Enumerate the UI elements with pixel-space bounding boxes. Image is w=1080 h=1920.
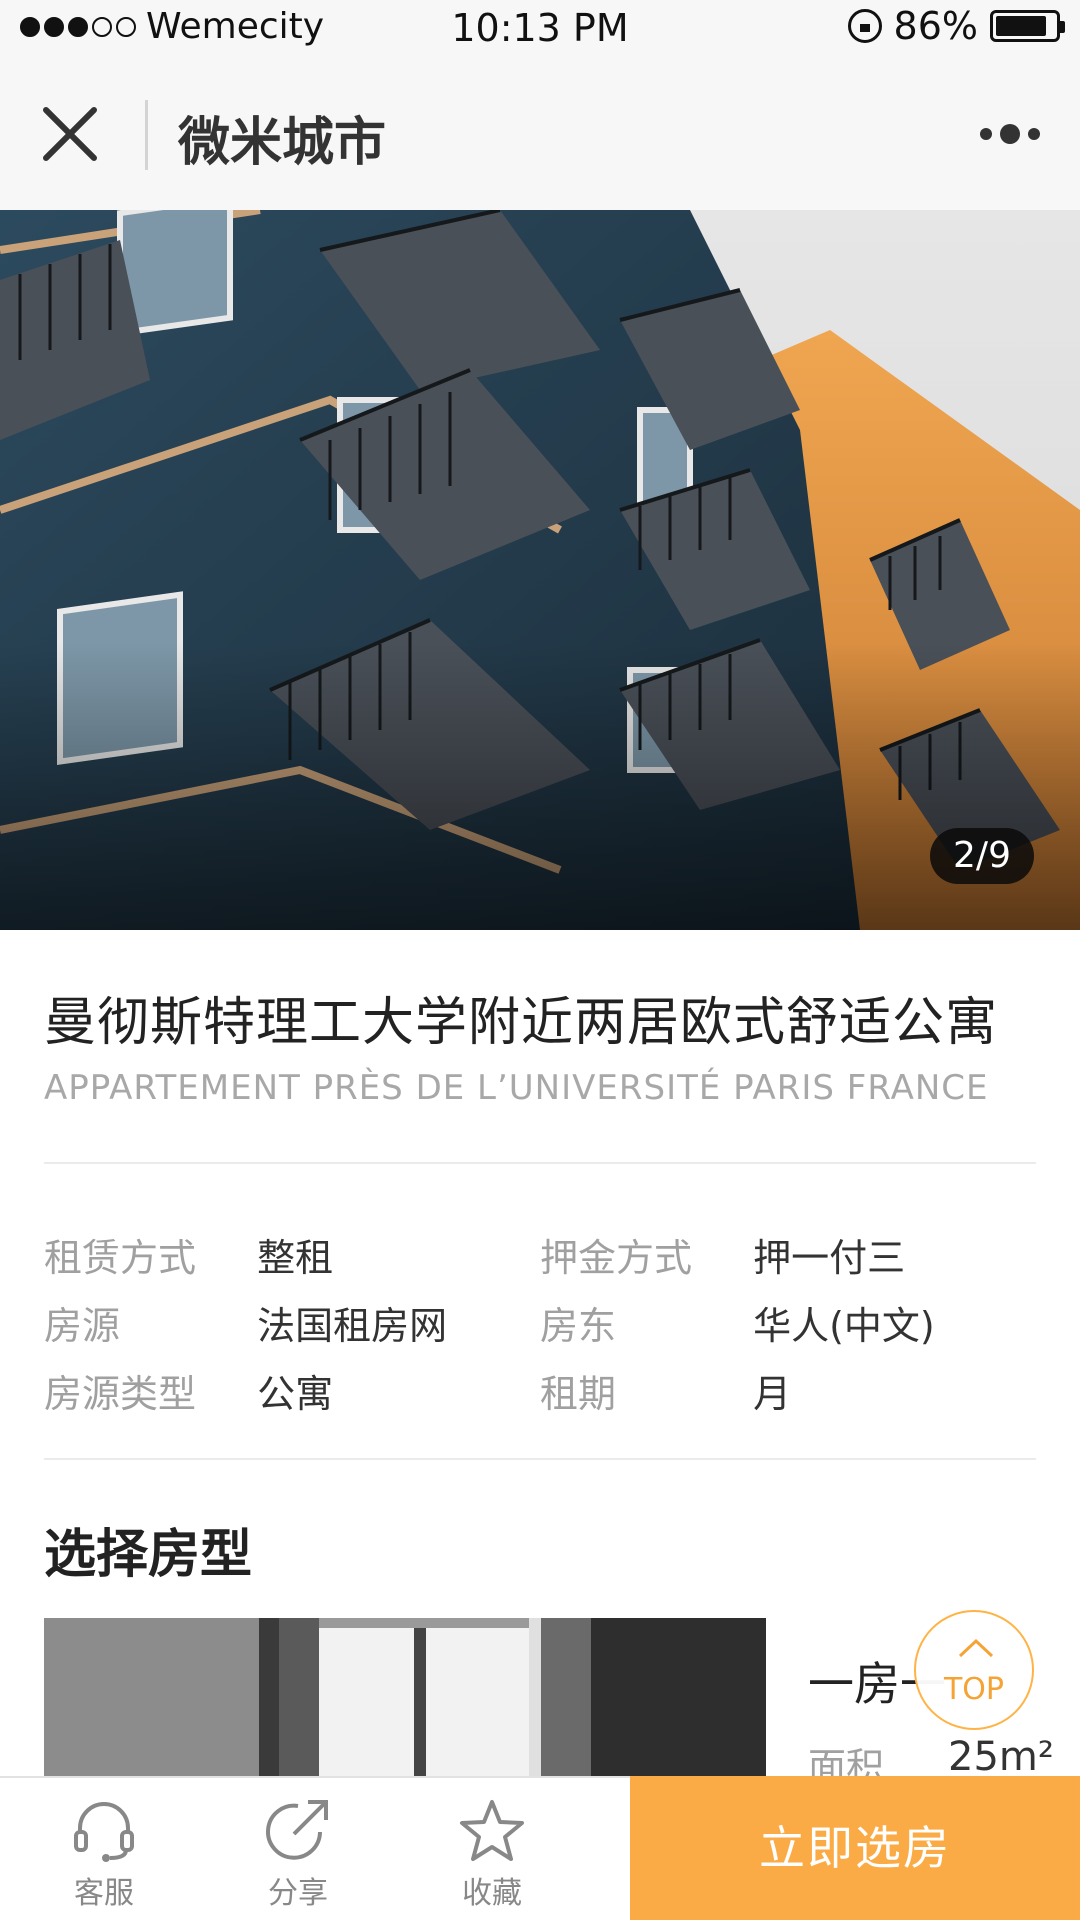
choose-room-button[interactable]: 立即选房 (630, 1776, 1080, 1920)
nav-divider (145, 100, 148, 170)
detail-label: 押金方式 (540, 1235, 693, 1280)
detail-value: 华人(中文) (753, 1303, 935, 1348)
divider (44, 1162, 1036, 1164)
status-right: 86% (847, 4, 1065, 48)
tab-label: 客服 (74, 1876, 134, 1911)
building-photo (0, 210, 1080, 930)
section-title: 选择房型 (44, 1525, 253, 1585)
tab-customer-service[interactable]: 客服 (24, 1778, 184, 1920)
detail-value: 法国租房网 (257, 1303, 448, 1348)
listing-title: 曼彻斯特理工大学附近两居欧式舒适公寓 (44, 993, 999, 1053)
area-value: 25m² (948, 1734, 1054, 1780)
listing-subtitle: APPARTEMENT PRÈS DE L’UNIVERSITÉ PARIS F… (44, 1068, 989, 1108)
listing-photo[interactable]: 2/9 (0, 210, 1080, 930)
page-title: 微米城市 (178, 113, 387, 173)
detail-row: 租赁方式 整租 押金方式 押一付三 (44, 1220, 1036, 1288)
status-bar: Wemecity 10:13 PM 86% (0, 0, 1080, 56)
share-icon (266, 1800, 328, 1860)
photo-counter: 2/9 (930, 828, 1034, 884)
detail-label: 租期 (540, 1371, 617, 1416)
more-icon[interactable] (980, 124, 1040, 144)
listing-details: 租赁方式 整租 押金方式 押一付三 房源 法国租房网 房东 华人(中文) 房源类… (44, 1220, 1036, 1424)
tab-share[interactable]: 分享 (218, 1778, 378, 1920)
detail-value: 整租 (257, 1235, 334, 1280)
detail-label: 房源 (44, 1303, 121, 1348)
detail-row: 房源类型 公寓 租期 月 (44, 1356, 1036, 1424)
detail-value: 月 (753, 1371, 792, 1416)
rotation-lock-icon (847, 9, 882, 43)
back-to-top-button[interactable]: TOP (914, 1610, 1034, 1730)
divider (44, 1458, 1036, 1460)
detail-label: 房源类型 (44, 1371, 197, 1416)
detail-row: 房源 法国租房网 房东 华人(中文) (44, 1288, 1036, 1356)
detail-label: 房东 (540, 1303, 617, 1348)
close-icon[interactable] (40, 104, 100, 164)
star-icon (460, 1800, 524, 1861)
chevron-up-icon (958, 1638, 994, 1658)
detail-value: 公寓 (257, 1371, 334, 1416)
nav-bar: 微米城市 (0, 56, 1080, 210)
battery-icon (990, 10, 1065, 42)
top-label: TOP (943, 1672, 1005, 1707)
detail-value: 押一付三 (753, 1235, 906, 1280)
battery-percent: 86% (893, 4, 978, 48)
tab-label: 收藏 (462, 1876, 522, 1911)
tab-favorite[interactable]: 收藏 (412, 1778, 572, 1920)
headset-icon (74, 1802, 134, 1862)
tab-label: 分享 (268, 1876, 328, 1911)
detail-label: 租赁方式 (44, 1235, 197, 1280)
